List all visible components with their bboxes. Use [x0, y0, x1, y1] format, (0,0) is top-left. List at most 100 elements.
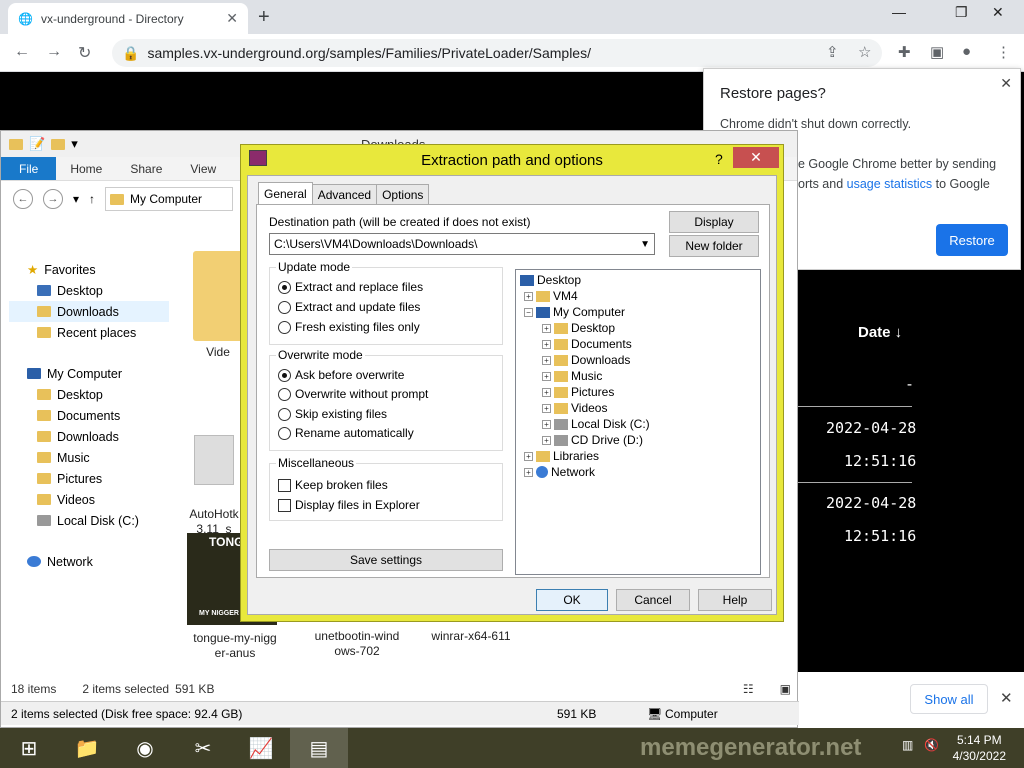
radio-icon[interactable]	[278, 300, 291, 314]
checkbox-icon[interactable]	[278, 478, 291, 492]
winrar-taskbar-icon[interactable]: ▤	[290, 728, 348, 768]
radio-extract-replace[interactable]: Extract and replace files	[278, 280, 423, 294]
radio-icon[interactable]	[278, 320, 291, 334]
expand-icon[interactable]: +	[542, 435, 551, 445]
tree-node-local-disk[interactable]: + Local Disk (C:)	[542, 416, 650, 432]
checkbox-display-in-explorer[interactable]: Display files in Explorer	[278, 498, 420, 512]
chrome-taskbar-icon[interactable]: ◉	[116, 728, 174, 768]
nav-my-computer[interactable]: My Computer	[9, 363, 169, 384]
nav-item-pictures[interactable]: Pictures	[9, 468, 169, 489]
expand-icon[interactable]: +	[542, 339, 551, 349]
chevron-down-icon[interactable]: ▼	[640, 239, 650, 250]
details-view-icon[interactable]: ☷	[743, 682, 754, 696]
tree-node-vm4[interactable]: + VM4	[524, 288, 578, 304]
help-icon[interactable]: ?	[715, 151, 723, 167]
large-icons-view-icon[interactable]: ▣	[780, 682, 791, 696]
tree-node-network[interactable]: + Network	[524, 464, 595, 480]
ok-button[interactable]: OK	[536, 589, 608, 611]
tab-general[interactable]: General	[258, 182, 313, 204]
expand-icon[interactable]: +	[524, 291, 533, 301]
start-button[interactable]: ⊞	[0, 728, 58, 768]
forward-icon[interactable]: →	[46, 43, 62, 61]
nav-item-desktop[interactable]: Desktop	[9, 280, 169, 301]
save-settings-button[interactable]: Save settings	[269, 549, 503, 571]
extensions-icon[interactable]: ✚	[898, 43, 911, 61]
radio-icon[interactable]	[278, 426, 291, 440]
minimize-icon[interactable]: —	[892, 4, 906, 20]
tree-node-desktop[interactable]: Desktop	[520, 272, 581, 288]
dropdown-icon[interactable]: ▾	[71, 136, 78, 152]
radio-rename-automatically[interactable]: Rename automatically	[278, 426, 414, 440]
usage-statistics-link[interactable]: usage statistics	[847, 177, 932, 191]
collapse-icon[interactable]: −	[524, 307, 533, 317]
new-folder-button[interactable]: New folder	[669, 235, 759, 257]
tree-node-desktop[interactable]: + Desktop	[542, 320, 615, 336]
expand-icon[interactable]: +	[542, 323, 551, 333]
radio-fresh-existing[interactable]: Fresh existing files only	[278, 320, 420, 334]
forward-icon[interactable]: →	[43, 189, 63, 209]
new-folder-icon[interactable]	[51, 138, 66, 150]
menu-icon[interactable]: ⋮	[996, 43, 1011, 61]
folder-tree[interactable]: Desktop + VM4 − My Computer + Desktop + Docu…	[515, 269, 761, 575]
back-icon[interactable]: ←	[13, 189, 33, 209]
nav-item-desktop[interactable]: Desktop	[9, 384, 169, 405]
close-icon[interactable]: ✕	[1000, 75, 1012, 92]
tree-node-my-computer[interactable]: − My Computer	[524, 304, 625, 320]
date-column-header[interactable]: Date ↓	[858, 324, 902, 341]
properties-icon[interactable]: 📝	[29, 136, 45, 152]
cancel-button[interactable]: Cancel	[616, 589, 690, 611]
expand-icon[interactable]: +	[542, 355, 551, 365]
volume-tray-icon[interactable]: 🔇	[924, 738, 939, 752]
nav-item-downloads[interactable]: Downloads	[9, 301, 169, 322]
nav-item-documents[interactable]: Documents	[9, 405, 169, 426]
radio-icon[interactable]	[278, 407, 291, 421]
file-item[interactable]: winrar-x64-611	[419, 629, 523, 644]
network-tray-icon[interactable]: ▥	[902, 738, 913, 752]
tab-file[interactable]: File	[1, 157, 57, 180]
share-icon[interactable]: ⇪	[826, 43, 839, 61]
back-icon[interactable]: ←	[14, 43, 30, 61]
snipping-tool-taskbar-icon[interactable]: ✂	[174, 728, 232, 768]
reload-icon[interactable]: ↻	[78, 43, 91, 63]
system-clock[interactable]: 5:14 PM 4/30/2022	[953, 732, 1006, 764]
side-panel-icon[interactable]: ▣	[930, 43, 944, 61]
file-explorer-taskbar-icon[interactable]: 📁	[58, 728, 116, 768]
expand-icon[interactable]: +	[542, 419, 551, 429]
tree-node-libraries[interactable]: + Libraries	[524, 448, 599, 464]
close-icon[interactable]: ✕	[733, 147, 779, 168]
tree-node-cd-drive[interactable]: + CD Drive (D:)	[542, 432, 643, 448]
tab-close-icon[interactable]: ✕	[226, 10, 238, 27]
checkbox-keep-broken[interactable]: Keep broken files	[278, 478, 388, 492]
nav-item-downloads[interactable]: Downloads	[9, 426, 169, 447]
up-icon[interactable]: ↑	[89, 192, 95, 206]
radio-selected-icon[interactable]	[278, 280, 291, 294]
restore-button[interactable]: Restore	[936, 224, 1008, 256]
address-bar[interactable]: 🔒 samples.vx-underground.org/samples/Fam…	[112, 39, 882, 67]
nav-favorites[interactable]: ★ Favorites	[9, 259, 169, 280]
file-item[interactable]: AutoHotk 3.11_s	[185, 435, 243, 537]
monitor-taskbar-icon[interactable]: 📈	[232, 728, 290, 768]
display-button[interactable]: Display	[669, 211, 759, 233]
expand-icon[interactable]: +	[542, 403, 551, 413]
file-item[interactable]: unetbootin-wind ows-702	[303, 629, 411, 659]
restore-window-icon[interactable]: ❐	[955, 4, 968, 21]
radio-overwrite-without-prompt[interactable]: Overwrite without prompt	[278, 387, 428, 401]
checkbox-icon[interactable]	[278, 498, 291, 512]
nav-network[interactable]: Network	[9, 551, 169, 572]
tree-node-videos[interactable]: + Videos	[542, 400, 607, 416]
expand-icon[interactable]: +	[524, 467, 533, 477]
radio-icon[interactable]	[278, 387, 291, 401]
radio-ask-before[interactable]: Ask before overwrite	[278, 368, 404, 382]
nav-item-videos[interactable]: Videos	[9, 489, 169, 510]
radio-skip-existing[interactable]: Skip existing files	[278, 407, 387, 421]
tab-options[interactable]: Options	[376, 184, 430, 204]
explorer-address-bar[interactable]: My Computer	[105, 187, 234, 211]
nav-item-music[interactable]: Music	[9, 447, 169, 468]
radio-selected-icon[interactable]	[278, 368, 291, 382]
help-button[interactable]: Help	[698, 589, 772, 611]
tab-home[interactable]: Home	[56, 157, 116, 180]
close-window-icon[interactable]: ✕	[992, 4, 1004, 21]
destination-path-combo[interactable]: C:\Users\VM4\Downloads\Downloads\ ▼	[269, 233, 655, 255]
bookmark-star-icon[interactable]: ☆	[858, 43, 871, 61]
expand-icon[interactable]: +	[542, 371, 551, 381]
